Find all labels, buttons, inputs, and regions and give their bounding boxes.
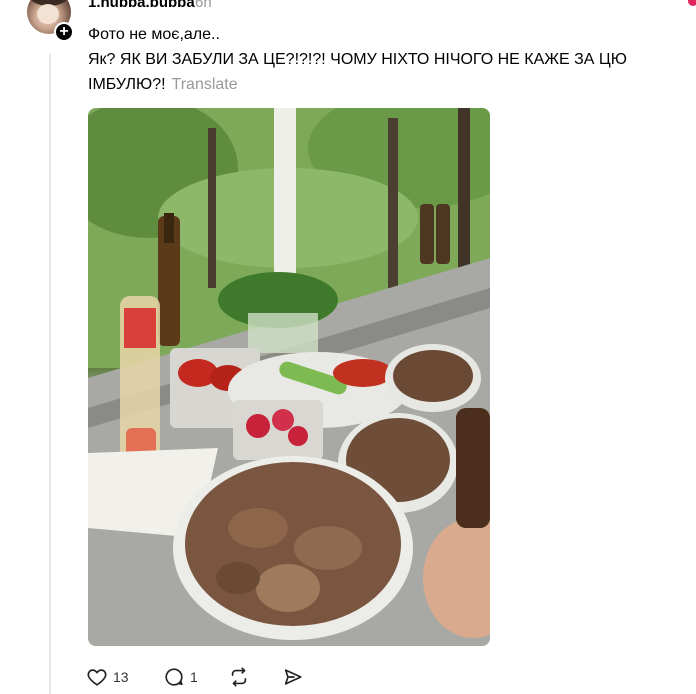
share-button[interactable] bbox=[282, 664, 304, 690]
comment-icon bbox=[165, 668, 183, 686]
thread-line bbox=[49, 54, 51, 694]
reply-count: 1 bbox=[190, 669, 198, 685]
like-button[interactable]: 13 bbox=[86, 664, 129, 690]
post-photo[interactable] bbox=[88, 108, 490, 646]
post-text-line-3-text: ІМБУЛЮ?! bbox=[88, 76, 166, 93]
heart-icon bbox=[87, 669, 107, 686]
translate-link[interactable]: Translate bbox=[172, 76, 238, 93]
post-text-line-2: Як? ЯК ВИ ЗАБУЛИ ЗА ЦЕ?!?!?! ЧОМУ НІХТО … bbox=[88, 51, 627, 68]
like-count: 13 bbox=[113, 669, 129, 685]
photo-scene bbox=[88, 108, 490, 646]
share-icon bbox=[284, 669, 302, 685]
username[interactable]: 1.hubba.bubba bbox=[88, 0, 195, 11]
repost-icon bbox=[231, 667, 247, 687]
notification-dot bbox=[688, 0, 696, 6]
reply-button[interactable]: 1 bbox=[163, 664, 198, 690]
avatar-face bbox=[37, 4, 59, 24]
post-text-line-3: ІМБУЛЮ?! Translate bbox=[88, 72, 688, 97]
plus-icon[interactable]: + bbox=[54, 22, 74, 42]
repost-button[interactable] bbox=[228, 664, 250, 690]
post-text-line-1: Фото не моє,але.. bbox=[88, 26, 220, 43]
post-text: Фото не моє,але.. Як? ЯК ВИ ЗАБУЛИ ЗА ЦЕ… bbox=[88, 22, 688, 97]
post-time: 6h bbox=[195, 0, 212, 11]
